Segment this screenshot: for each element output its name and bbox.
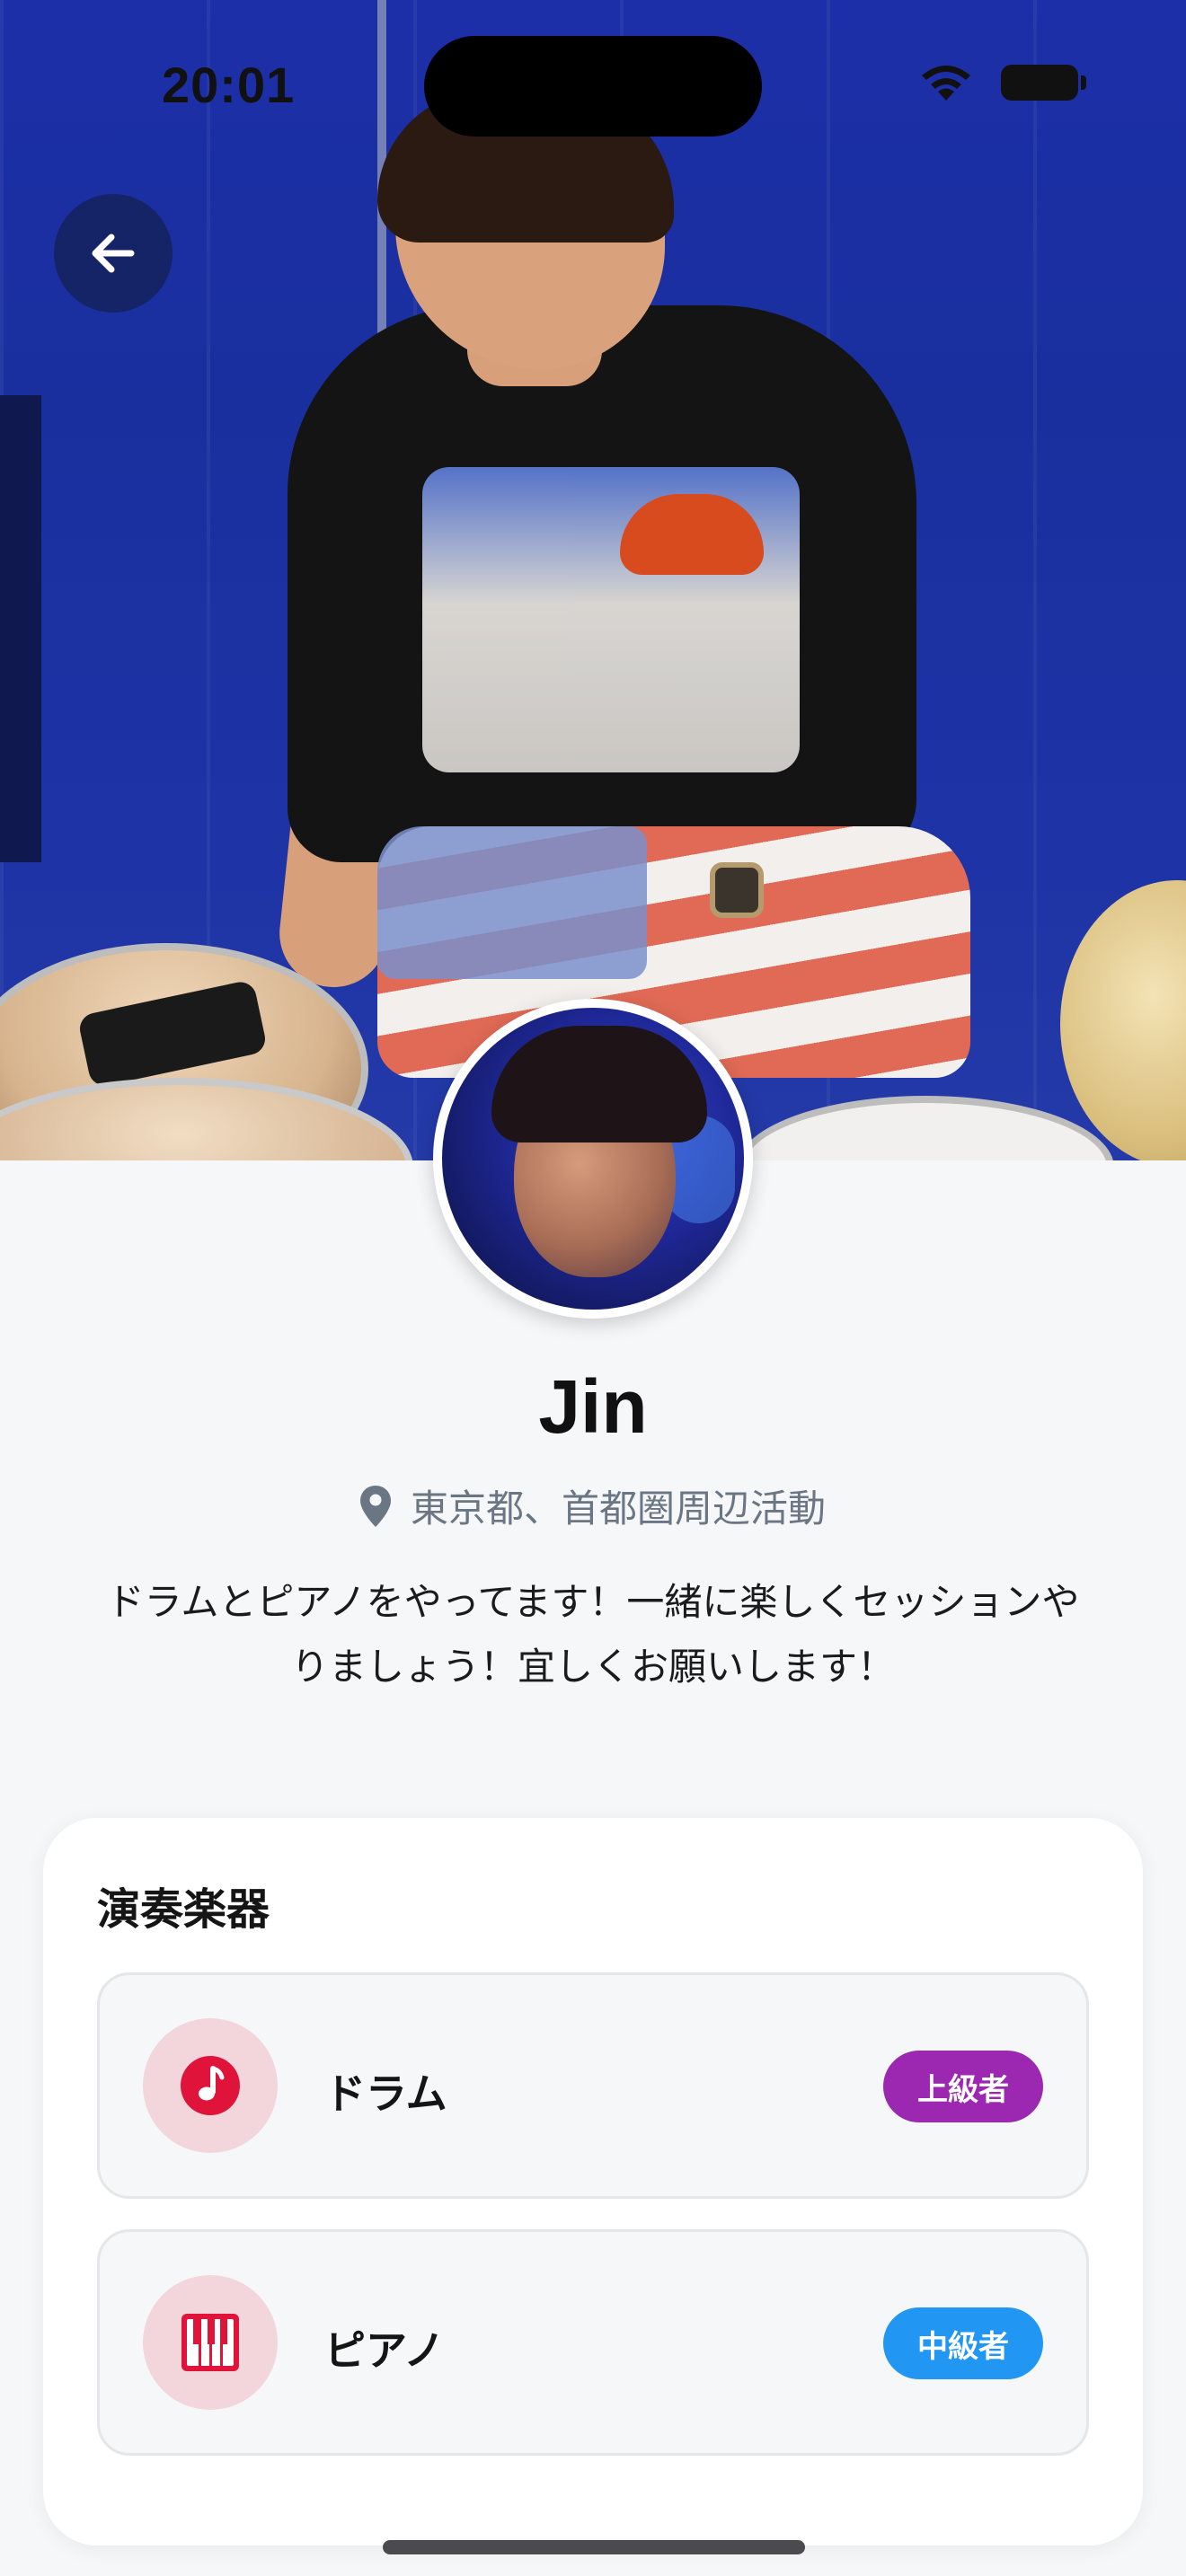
instrument-row-piano[interactable]: ピアノ 中級者 bbox=[97, 2229, 1089, 2456]
instrument-row-drums[interactable]: ドラム 上級者 bbox=[97, 1972, 1089, 2199]
instrument-icon-wrap bbox=[143, 2275, 278, 2410]
arrow-left-icon bbox=[92, 234, 135, 273]
location-pin-icon bbox=[359, 1485, 391, 1527]
avatar[interactable] bbox=[433, 999, 753, 1319]
instrument-name: ドラム bbox=[324, 2069, 447, 2118]
level-badge: 上級者 bbox=[883, 2051, 1043, 2122]
wifi-icon bbox=[922, 66, 970, 101]
location-text: 東京都、首都圏周辺活動 bbox=[410, 1486, 826, 1531]
instrument-name: ピアノ bbox=[324, 2326, 445, 2375]
profile-screen: 20:01 Jin 東京都、首都圏周辺活動 ドラムとピアノをやってます！一緒に楽… bbox=[0, 0, 1186, 2576]
level-badge: 中級者 bbox=[883, 2307, 1043, 2379]
back-button[interactable] bbox=[54, 194, 173, 313]
instruments-card: 演奏楽器 ドラム 上級者 ピアノ 中級者 bbox=[43, 1818, 1143, 2545]
status-icons bbox=[918, 63, 1086, 102]
profile-bio: ドラムとピアノをやってます！一緒に楽しくセッションやりましょう！宜しくお願いしま… bbox=[106, 1580, 1080, 1689]
location-row: 東京都、首都圏周辺活動 bbox=[0, 1478, 1186, 1533]
status-time: 20:01 bbox=[162, 57, 296, 113]
music-note-icon bbox=[181, 2056, 240, 2115]
home-indicator[interactable] bbox=[383, 2540, 805, 2554]
instrument-icon-wrap bbox=[143, 2018, 278, 2153]
piano-icon bbox=[181, 2314, 239, 2371]
dynamic-island bbox=[424, 36, 762, 137]
instruments-title: 演奏楽器 bbox=[97, 1884, 270, 1935]
cover-photo bbox=[0, 0, 1186, 1160]
profile-name: Jin bbox=[538, 1364, 648, 1449]
battery-icon bbox=[1001, 65, 1086, 101]
